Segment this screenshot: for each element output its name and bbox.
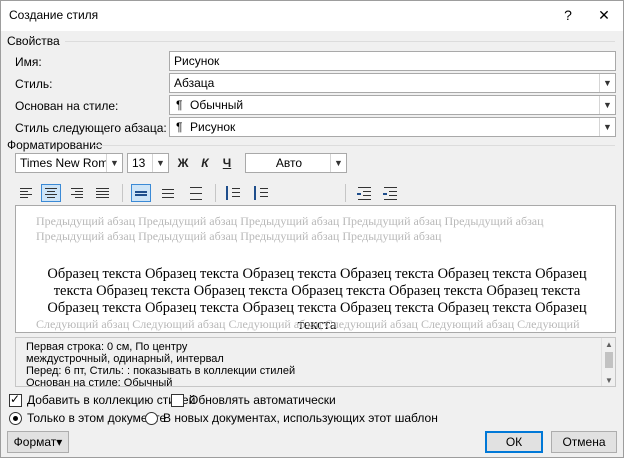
one-half-spacing-icon[interactable] — [159, 184, 179, 202]
format-menu-button[interactable]: Формат▾ — [7, 431, 69, 453]
chevron-down-icon[interactable]: ▼ — [599, 118, 615, 136]
scroll-up-icon[interactable]: ▲ — [605, 340, 613, 349]
next-style-value: Рисунок — [190, 120, 236, 134]
align-justify-icon[interactable] — [93, 184, 113, 202]
description-scrollbar[interactable]: ▲ ▼ — [601, 338, 615, 386]
single-spacing-icon[interactable] — [131, 184, 151, 202]
toolbar-separator — [215, 184, 216, 202]
name-label: Имя: — [15, 55, 42, 69]
align-right-icon[interactable] — [67, 184, 87, 202]
cancel-button[interactable]: Отмена — [551, 431, 617, 453]
chevron-down-icon[interactable]: ▼ — [599, 96, 615, 114]
checkmark-icon: ✓ — [10, 392, 21, 406]
new-documents-radio[interactable] — [145, 412, 158, 425]
italic-button[interactable]: К — [195, 153, 215, 173]
style-description: Первая строка: 0 см, По центру междустро… — [15, 337, 616, 387]
font-size-value: 13 — [132, 156, 146, 170]
style-type-value: Абзаца — [174, 76, 215, 90]
scroll-down-icon[interactable]: ▼ — [605, 376, 613, 385]
name-field[interactable]: Рисунок — [169, 51, 616, 71]
title-bar: Создание стиля ? ✕ — [1, 1, 623, 31]
auto-update-label[interactable]: Обновлять автоматически — [189, 393, 336, 407]
description-line: междустрочный, одинарный, интервал — [26, 353, 224, 365]
formatting-divider — [93, 145, 615, 146]
increase-indent-icon[interactable] — [381, 184, 401, 202]
add-to-gallery-checkbox[interactable]: ✓ — [9, 392, 22, 407]
align-left-icon[interactable] — [17, 184, 37, 202]
next-style-label: Стиль следующего абзаца: — [15, 121, 167, 135]
pilcrow-icon: ¶ — [176, 98, 183, 112]
properties-divider — [65, 41, 615, 42]
style-type-select[interactable]: Абзаца ▼ — [169, 73, 616, 93]
close-button[interactable]: ✕ — [593, 5, 615, 25]
description-line: Основан на стиле: Обычный — [26, 377, 173, 387]
style-type-label: Стиль: — [15, 77, 53, 91]
chevron-down-icon[interactable]: ▼ — [106, 154, 122, 172]
auto-update-checkbox[interactable] — [171, 394, 184, 407]
chevron-down-icon[interactable]: ▼ — [599, 74, 615, 92]
pilcrow-icon: ¶ — [176, 120, 183, 134]
properties-section-label: Свойства — [7, 34, 60, 48]
scroll-thumb[interactable] — [605, 352, 613, 368]
decrease-indent-icon[interactable] — [355, 184, 375, 202]
next-style-select[interactable]: ¶ Рисунок ▼ — [169, 117, 616, 137]
description-line: Перед: 6 пт, Стиль: : показывать в колле… — [26, 365, 296, 377]
help-button[interactable]: ? — [557, 5, 579, 25]
style-preview: Предыдущий абзац Предыдущий абзац Предыд… — [15, 205, 616, 333]
toolbar-separator — [122, 184, 123, 202]
chevron-down-icon[interactable]: ▼ — [152, 154, 168, 172]
ok-button[interactable]: ОК — [485, 431, 543, 453]
space-before-icon[interactable] — [223, 184, 243, 202]
format-button-label: Формат — [13, 435, 57, 449]
window-title: Создание стиля — [9, 8, 99, 22]
font-size-select[interactable]: 13 ▼ — [127, 153, 169, 173]
chevron-down-icon[interactable]: ▼ — [330, 154, 346, 172]
new-documents-label[interactable]: В новых документах, использующих этот ша… — [163, 411, 438, 425]
description-line: Первая строка: 0 см, По центру — [26, 341, 188, 353]
font-color-select[interactable]: Авто ▼ — [245, 153, 347, 173]
radio-selected-icon — [13, 416, 18, 421]
previous-paragraph-text: Предыдущий абзац Предыдущий абзац Предыд… — [36, 214, 544, 243]
formatting-section-label: Форматирование — [7, 138, 103, 152]
based-on-value: Обычный — [190, 98, 244, 112]
next-paragraph-text: Следующий абзац Следующий абзац Следующи… — [36, 317, 580, 331]
bold-button[interactable]: Ж — [173, 153, 193, 173]
this-document-radio[interactable] — [9, 412, 22, 425]
space-after-icon[interactable] — [251, 184, 271, 202]
create-style-dialog: Создание стиля ? ✕ Свойства Имя: Рисунок… — [0, 0, 624, 458]
underline-button[interactable]: Ч — [217, 153, 237, 173]
chevron-down-icon: ▾ — [56, 435, 63, 449]
based-on-label: Основан на стиле: — [15, 99, 119, 113]
based-on-select[interactable]: ¶ Обычный ▼ — [169, 95, 616, 115]
align-center-icon[interactable] — [41, 184, 61, 202]
font-color-value: Авто — [275, 156, 303, 170]
double-spacing-icon[interactable] — [187, 184, 207, 202]
toolbar-separator — [345, 184, 346, 202]
font-select[interactable]: Times New Roman ▼ — [15, 153, 123, 173]
